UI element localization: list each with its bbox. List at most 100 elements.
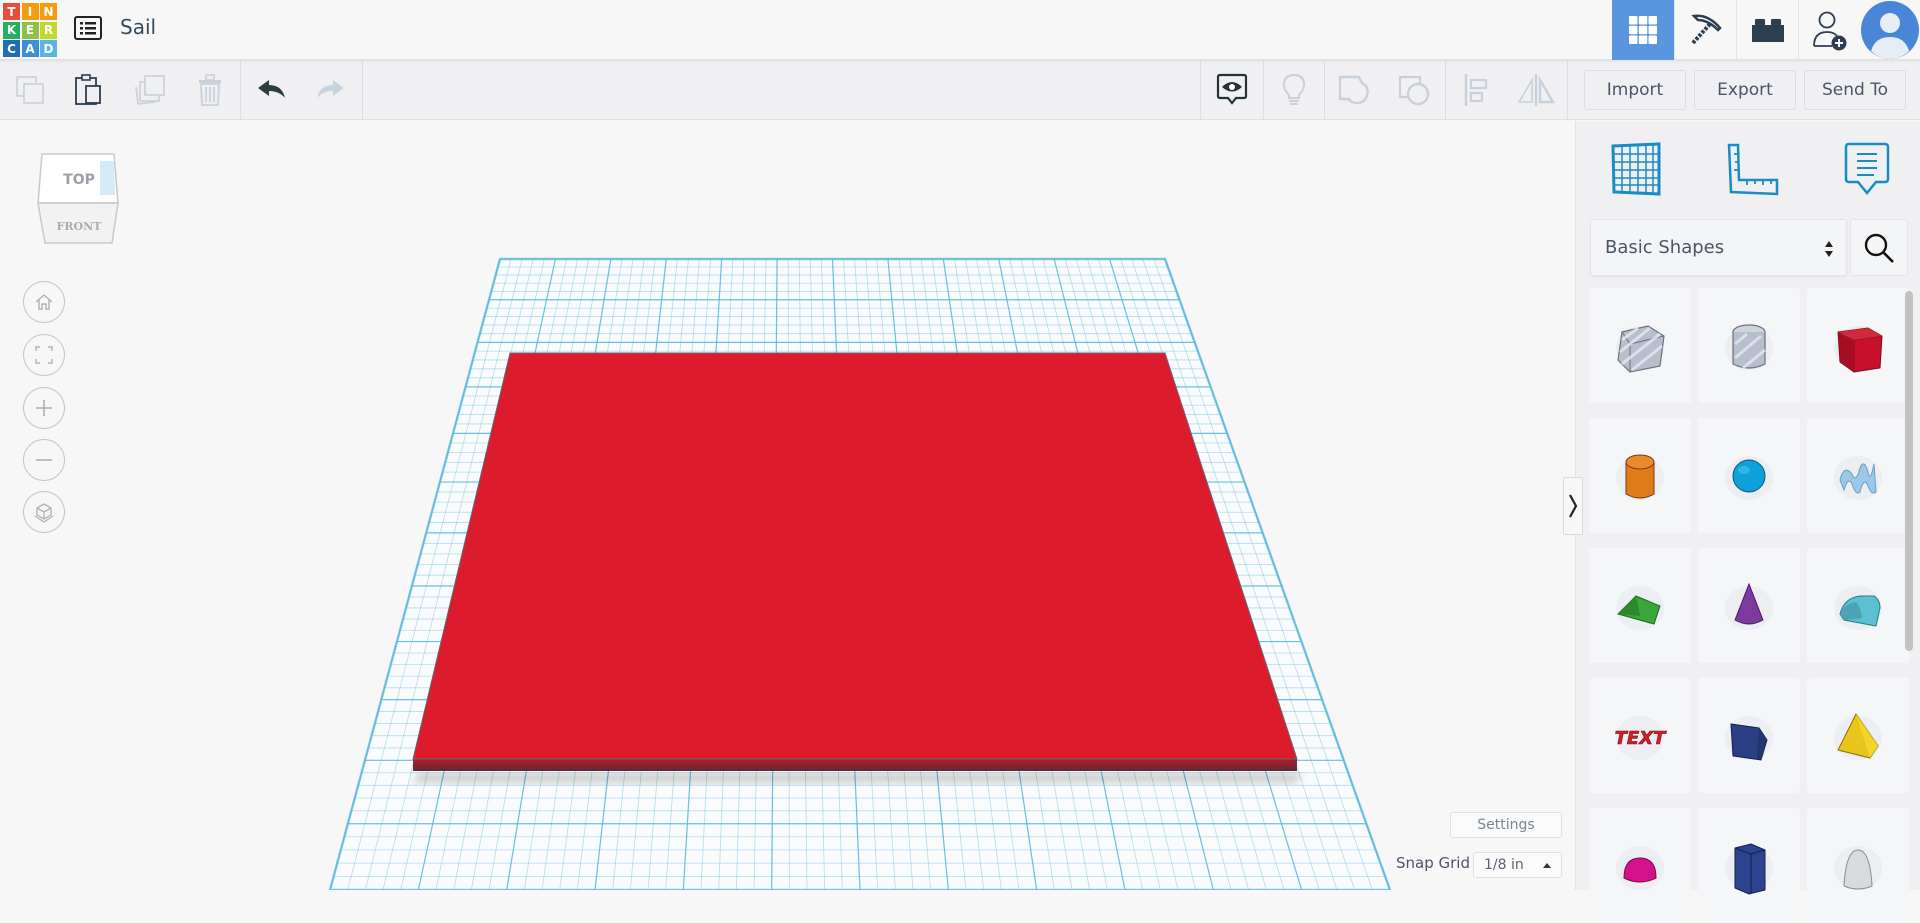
shape-round-roof[interactable] (1807, 548, 1909, 663)
design-title[interactable]: Sail (120, 15, 156, 39)
bricks-view-button[interactable] (1736, 0, 1798, 60)
brick-icon (1751, 19, 1784, 42)
export-button[interactable]: Export (1694, 70, 1796, 110)
mirror-icon (1517, 74, 1556, 106)
shapes-panel: Basic Shapes TEXT (1575, 121, 1920, 923)
send-to-button[interactable]: Send To (1804, 70, 1906, 110)
shape-cone[interactable] (1698, 548, 1800, 663)
shape-box-hole[interactable] (1589, 288, 1691, 403)
workplane-canvas[interactable]: TOP FRONT Settings Snap Grid 1/8 in (0, 121, 1575, 890)
edit-toolbar: Import Export Send To (0, 60, 1920, 120)
plus-icon (36, 400, 52, 416)
box-hole-icon (1616, 324, 1665, 373)
group-icon (1338, 75, 1369, 105)
home-icon (35, 294, 53, 310)
ruler-tool-button[interactable] (1722, 139, 1782, 199)
shape-text[interactable]: TEXT (1589, 678, 1691, 793)
shape-polygon[interactable] (1698, 808, 1800, 923)
avatar-icon (1861, 1, 1919, 59)
grid-icon (1629, 16, 1657, 44)
shape-roof[interactable] (1589, 548, 1691, 663)
invite-user-button[interactable] (1798, 0, 1860, 60)
group-button[interactable] (1324, 60, 1384, 120)
red-plate[interactable] (412, 352, 1298, 760)
zoom-out-button[interactable] (23, 439, 65, 481)
shape-category-select[interactable]: Basic Shapes (1590, 219, 1847, 276)
align-icon (1464, 74, 1488, 106)
shape-cylinder-hole[interactable] (1698, 288, 1800, 403)
shape-sphere[interactable] (1698, 418, 1800, 533)
shape-scribble[interactable] (1807, 418, 1909, 533)
3d-design-view-button[interactable] (1612, 0, 1674, 60)
redo-icon (317, 80, 344, 98)
shape-search-button[interactable] (1850, 219, 1908, 276)
logo-letter: A (21, 40, 39, 57)
zoom-in-button[interactable] (23, 387, 65, 429)
home-view-button[interactable] (23, 281, 65, 323)
pyramid-icon (1834, 712, 1882, 760)
red-plate-front-edge[interactable] (413, 759, 1297, 771)
eye-icon (1216, 73, 1248, 105)
snap-grid-select[interactable]: 1/8 in (1473, 852, 1562, 878)
ungroup-button[interactable] (1384, 60, 1444, 120)
cone-icon (1725, 582, 1773, 630)
fit-icon (35, 346, 53, 364)
workplane-tool-button[interactable] (1606, 139, 1666, 199)
mirror-button[interactable] (1506, 60, 1566, 120)
duplicate-icon (135, 75, 165, 105)
cube-icon (34, 503, 54, 523)
logo-letter: I (21, 3, 39, 20)
caret-up-icon (1543, 863, 1551, 868)
undo-button[interactable] (242, 60, 302, 120)
lightbulb-icon (1282, 73, 1306, 105)
collapse-panel-button[interactable] (1563, 477, 1583, 535)
pickaxe-icon (1690, 14, 1722, 46)
shape-paraboloid[interactable] (1807, 808, 1909, 923)
shape-wedge[interactable] (1698, 678, 1800, 793)
fit-view-button[interactable] (23, 334, 65, 376)
note-icon (1844, 142, 1890, 195)
view-cube[interactable]: TOP FRONT (36, 151, 122, 249)
logo-letter: E (21, 21, 39, 39)
box-icon (1834, 325, 1883, 373)
logo-letter: T (3, 3, 20, 20)
workplane-scene[interactable] (0, 121, 1575, 890)
align-button[interactable] (1446, 60, 1506, 120)
shape-category-value: Basic Shapes (1605, 237, 1725, 258)
redo-button[interactable] (300, 60, 360, 120)
blocks-view-button[interactable] (1674, 0, 1736, 60)
chevron-right-icon (1569, 494, 1578, 518)
wedge-icon (1725, 715, 1773, 761)
cylinder-icon (1616, 454, 1664, 500)
shape-half-sphere[interactable] (1589, 808, 1691, 923)
design-list-button[interactable] (73, 14, 103, 44)
panel-scrollbar[interactable] (1905, 291, 1913, 651)
shape-pyramid[interactable] (1807, 678, 1909, 793)
scribble-icon (1834, 455, 1882, 500)
paste-button[interactable] (58, 60, 118, 120)
copy-button[interactable] (0, 60, 60, 120)
shape-cylinder[interactable] (1589, 418, 1691, 533)
viewcube-front-label[interactable]: FRONT (57, 220, 103, 233)
ruler-icon (1727, 143, 1779, 196)
settings-button[interactable]: Settings (1450, 812, 1562, 838)
show-all-button[interactable] (1202, 60, 1262, 120)
user-avatar[interactable] (1860, 0, 1920, 60)
duplicate-button[interactable] (120, 60, 180, 120)
viewcube-top-label[interactable]: TOP (63, 172, 95, 188)
search-icon (1864, 233, 1894, 263)
trash-icon (199, 74, 221, 106)
text-icon: TEXT (1614, 715, 1667, 760)
delete-button[interactable] (180, 60, 240, 120)
undo-icon (258, 80, 285, 98)
perspective-button[interactable] (23, 491, 65, 533)
cylinder-hole-icon (1725, 323, 1773, 370)
tinkercad-logo[interactable]: TIN KER CAD (3, 3, 57, 57)
notes-tool-button[interactable] (1837, 139, 1897, 199)
list-icon (74, 16, 102, 40)
notes-button[interactable] (1264, 60, 1324, 120)
workplane-icon (1611, 142, 1661, 196)
plate-shadow (413, 773, 1302, 783)
shape-box[interactable] (1807, 288, 1909, 403)
import-button[interactable]: Import (1584, 70, 1686, 110)
